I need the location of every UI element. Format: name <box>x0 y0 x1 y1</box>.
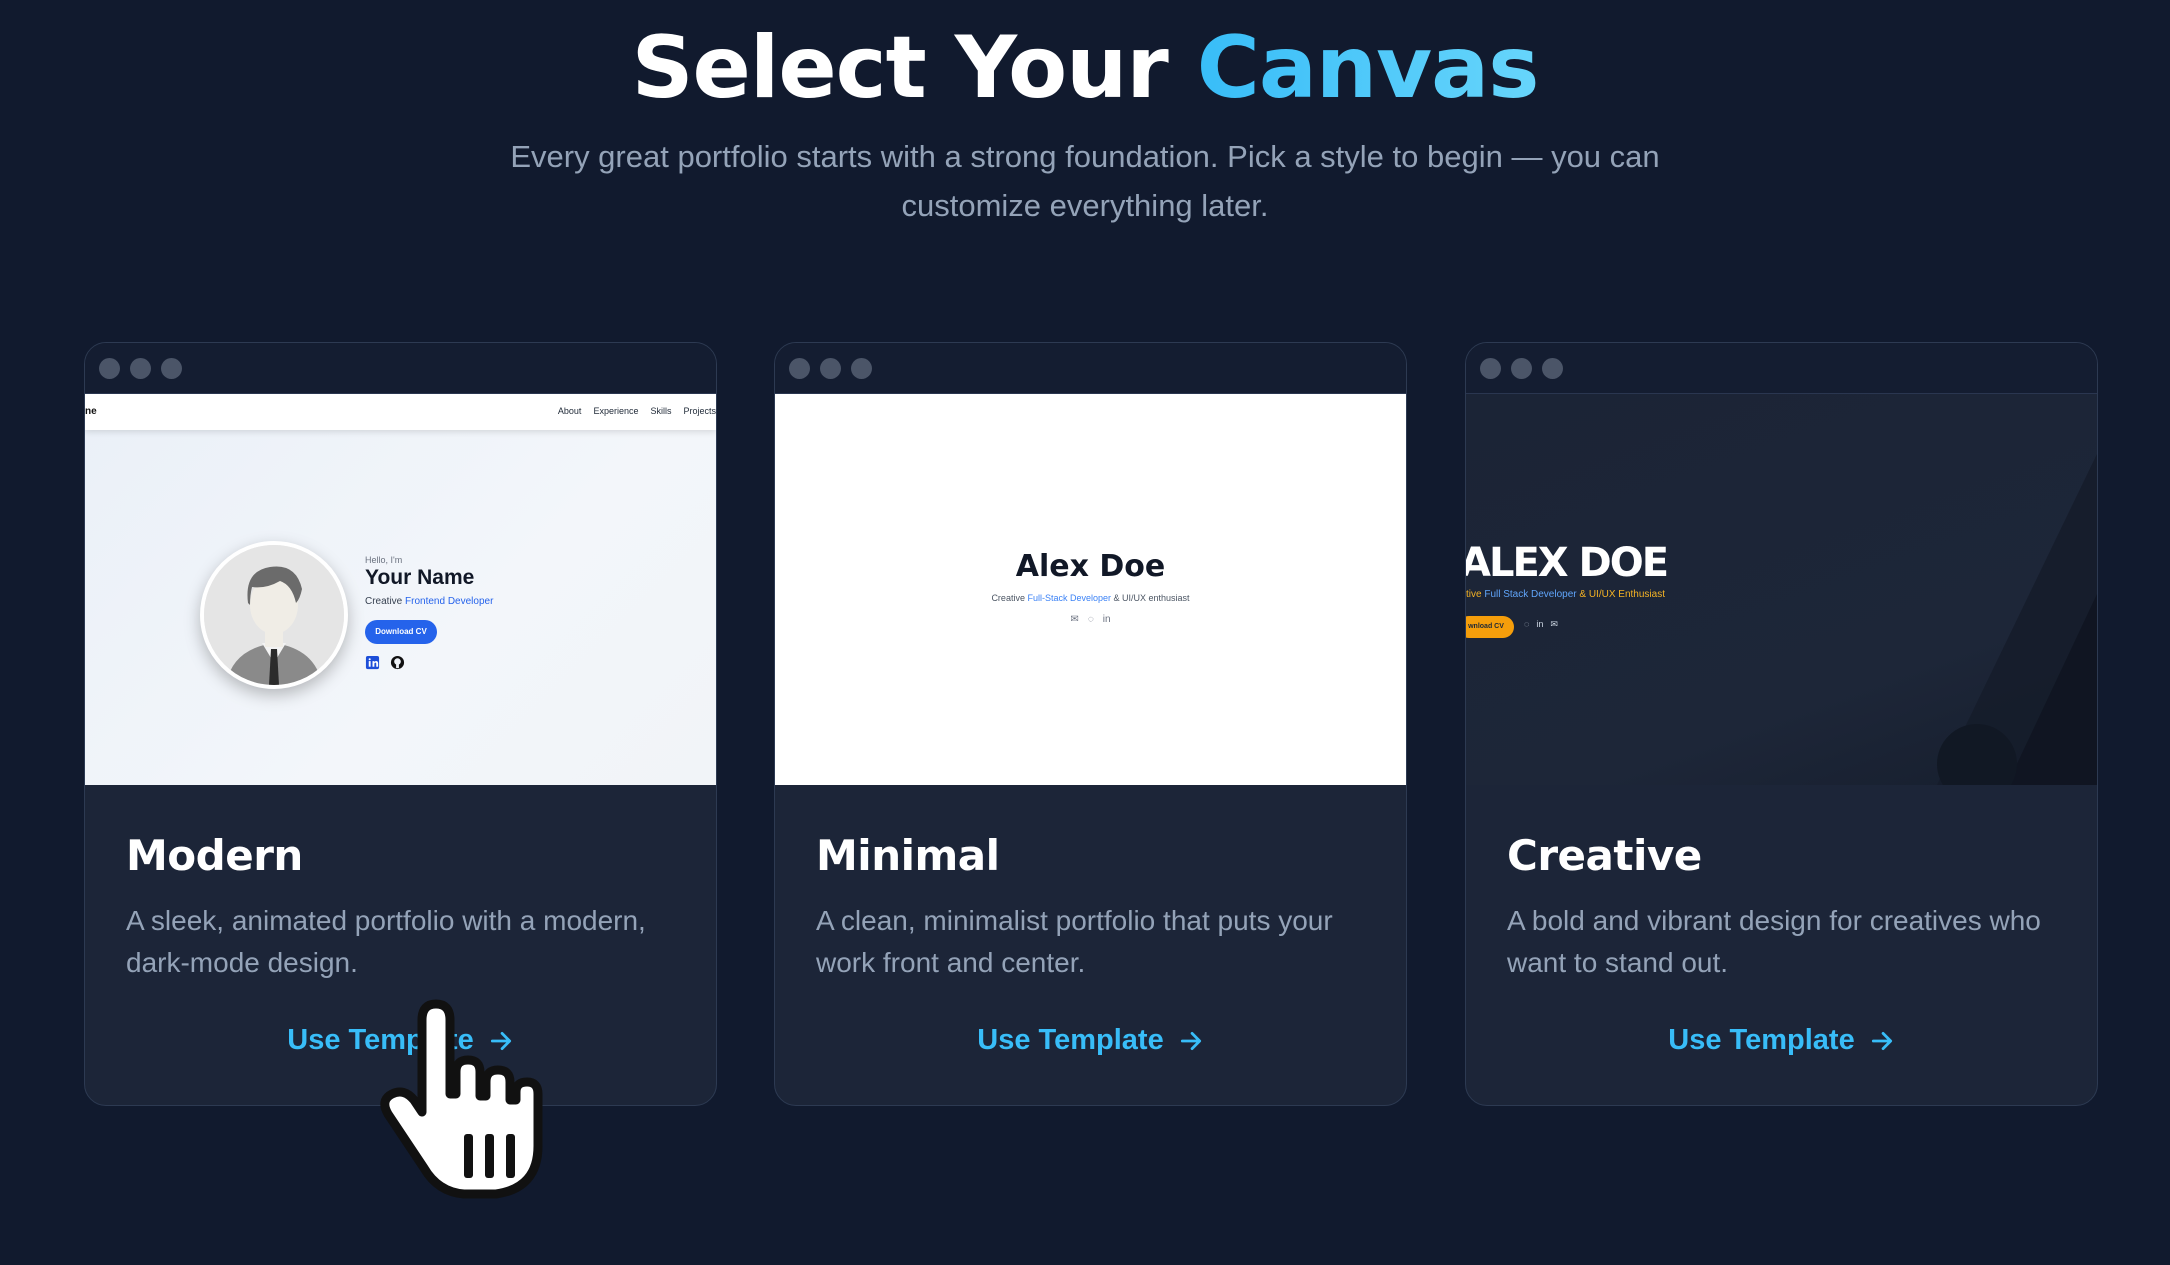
window-bar <box>85 343 716 394</box>
role-highlight: Full-Stack Developer <box>1027 593 1111 603</box>
preview-role: Creative Frontend Developer <box>365 596 493 607</box>
window-dot <box>1542 357 1563 379</box>
linkedin-icon: in <box>1102 614 1111 625</box>
person-avatar-icon <box>204 545 344 685</box>
arrow-right-icon <box>1871 1031 1892 1050</box>
preview-nav-item: Experience <box>593 406 639 416</box>
role-prefix: tive <box>1466 589 1482 600</box>
window-bar <box>1466 343 2097 394</box>
preview-role: tive Full Stack Developer & UI/UX Enthus… <box>1466 589 1665 600</box>
use-template-button[interactable]: Use Template <box>816 1024 1365 1057</box>
card-title: Creative <box>1507 831 1702 880</box>
github-icon: ◌ <box>1524 619 1530 629</box>
window-dot <box>820 357 841 379</box>
preview-nav-item: Skills <box>650 406 672 416</box>
title-accent: Canvas <box>1196 18 1540 118</box>
preview-download-button: wnload CV <box>1466 616 1514 638</box>
template-preview-minimal: Alex Doe Creative Full-Stack Developer &… <box>775 394 1406 785</box>
window-dot <box>99 357 120 379</box>
preview-social-icons: ◌ in ✉ <box>1524 619 1558 630</box>
card-description: A clean, minimalist portfolio that puts … <box>816 905 1333 978</box>
card-title: Minimal <box>816 831 1000 880</box>
card-description: A bold and vibrant design for creatives … <box>1507 905 2041 978</box>
github-icon <box>390 655 405 670</box>
use-template-label: Use Template <box>1668 1024 1855 1056</box>
template-preview-modern: ne About Experience Skills Projects Hell… <box>85 394 716 785</box>
preview-social-icons: ✉ ◌ in <box>775 614 1406 625</box>
role-highlight: Frontend Developer <box>405 596 494 607</box>
window-dot <box>130 357 151 379</box>
preview-name: Your Name <box>365 566 475 589</box>
preview-nav-links: About Experience Skills Projects <box>558 406 716 416</box>
template-card-creative[interactable]: ALEX DOE tive Full Stack Developer & UI/… <box>1465 342 2098 1106</box>
linkedin-icon: in <box>1536 619 1544 629</box>
mail-icon: ✉ <box>1550 619 1558 629</box>
use-template-label: Use Template <box>977 1024 1164 1056</box>
template-card-modern[interactable]: ne About Experience Skills Projects Hell… <box>84 342 717 1106</box>
preview-name: ALEX DOE <box>1466 540 1669 586</box>
linkedin-icon <box>365 655 380 670</box>
role-suffix: & UI/UX Enthusiast <box>1579 589 1665 600</box>
window-dot <box>1511 357 1532 379</box>
preview-nav-item: Projects <box>683 406 716 416</box>
preview-greeting: Hello, I'm <box>365 555 403 565</box>
preview-nav-item: About <box>557 406 582 416</box>
github-icon: ◌ <box>1087 614 1094 625</box>
window-dot <box>851 357 872 379</box>
window-dot <box>161 357 182 379</box>
preview-navbar: ne About Experience Skills Projects <box>85 394 716 430</box>
preview-brand: ne <box>85 406 97 417</box>
window-bar <box>775 343 1406 394</box>
arrow-right-icon <box>1180 1031 1201 1050</box>
role-prefix: Creative <box>365 596 403 607</box>
role-prefix: Creative <box>991 593 1025 603</box>
avatar <box>200 541 348 689</box>
page-subtitle: Every great portfolio starts with a stro… <box>510 139 1660 223</box>
template-preview-creative: ALEX DOE tive Full Stack Developer & UI/… <box>1466 394 2097 785</box>
preview-download-button: Download CV <box>365 620 437 644</box>
use-template-button[interactable]: Use Template <box>1507 1024 2056 1057</box>
template-card-minimal[interactable]: Alex Doe Creative Full-Stack Developer &… <box>774 342 1407 1106</box>
window-dot <box>1480 357 1501 379</box>
card-description: A sleek, animated portfolio with a moder… <box>126 905 646 978</box>
mail-icon: ✉ <box>1070 614 1079 625</box>
card-title: Modern <box>126 831 303 880</box>
preview-role: Creative Full-Stack Developer & UI/UX en… <box>775 593 1406 603</box>
role-suffix: & UI/UX enthusiast <box>1113 593 1190 603</box>
decorative-shape <box>1937 454 2097 785</box>
title-main: Select Your <box>631 18 1169 118</box>
role-highlight: Full Stack Developer <box>1484 589 1577 600</box>
window-dot <box>789 357 810 379</box>
hand-pointer-cursor-icon <box>380 999 543 1199</box>
preview-name: Alex Doe <box>1015 549 1166 584</box>
page-title: Select Your Canvas <box>0 18 2170 118</box>
